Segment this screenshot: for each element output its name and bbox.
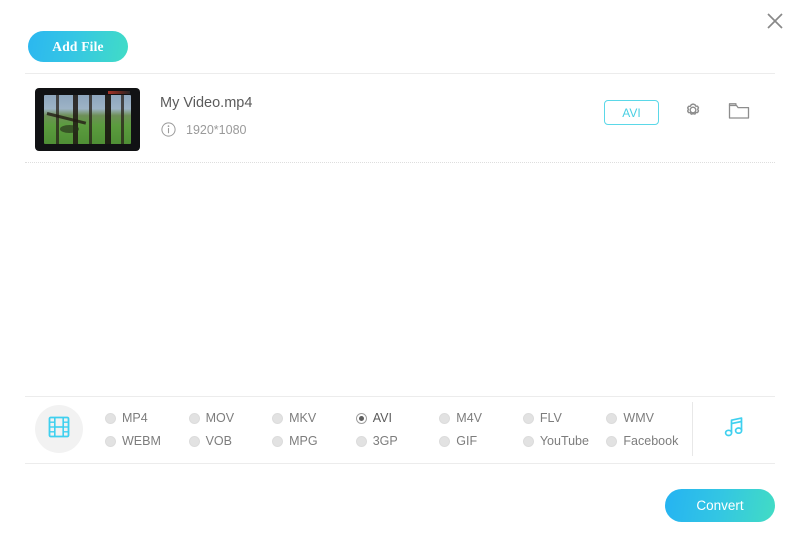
thumbnail-bezel-accent [108,91,130,94]
format-option-label: MOV [205,411,235,425]
add-file-area: Add File [28,31,128,62]
format-option-label: Facebook [623,434,679,448]
file-meta: 1920*1080 [161,122,246,137]
format-options-grid: MP4 MOV MKV AVI M4V FLV WMV WEBM VOB MPG 3GP GIF You… [105,407,690,452]
format-option-label: AVI [372,411,392,425]
format-option-label: YouTube [539,434,589,448]
open-folder-button[interactable] [727,101,751,125]
video-thumbnail[interactable] [35,88,140,151]
radio-icon[interactable] [272,412,284,424]
format-option-label: WMV [623,411,654,425]
thumbnail-image [44,95,131,144]
info-icon[interactable] [161,122,176,137]
audio-category-button[interactable] [717,413,751,445]
format-option-flv[interactable]: FLV [522,411,607,425]
radio-icon[interactable] [188,412,200,424]
toolbar-divider [25,73,775,74]
radio-icon[interactable] [355,435,367,447]
format-option-mkv[interactable]: MKV [272,411,356,425]
video-category-button[interactable] [35,405,83,453]
format-option-label: FLV [539,411,562,425]
radio-icon[interactable] [606,412,618,424]
radio-icon[interactable] [355,412,367,424]
radio-icon[interactable] [188,435,200,447]
close-icon [765,11,785,31]
format-option-label: WEBM [122,434,161,448]
add-file-button[interactable]: Add File [28,31,128,62]
format-option-youtube[interactable]: YouTube [522,434,607,448]
file-row-divider [25,162,775,163]
format-option-label: 3GP [372,434,398,448]
radio-icon[interactable] [272,435,284,447]
format-option-mp4[interactable]: MP4 [105,411,189,425]
folder-icon [728,101,750,125]
format-option-mov[interactable]: MOV [188,411,273,425]
format-option-label: MP4 [122,411,148,425]
format-panel-bottom-divider [25,463,775,464]
panel-separator [692,402,693,456]
format-option-label: VOB [205,434,232,448]
format-option-m4v[interactable]: M4V [439,411,523,425]
format-option-avi[interactable]: AVI [355,411,440,425]
radio-icon[interactable] [439,435,451,447]
format-option-label: GIF [456,434,478,448]
format-option-mpg[interactable]: MPG [272,434,356,448]
file-name-label: My Video.mp4 [160,95,253,111]
settings-button[interactable] [681,101,705,125]
radio-icon[interactable] [105,435,116,447]
format-option-3gp[interactable]: 3GP [355,434,440,448]
output-format-badge[interactable]: AVI [604,100,659,125]
music-note-icon [721,414,747,445]
radio-icon[interactable] [606,435,618,447]
format-option-facebook[interactable]: Facebook [606,434,690,448]
format-option-vob[interactable]: VOB [188,434,273,448]
format-selection-panel: MP4 MOV MKV AVI M4V FLV WMV WEBM VOB MPG 3GP GIF You… [25,396,775,462]
format-option-webm[interactable]: WEBM [105,434,189,448]
radio-icon[interactable] [105,412,116,424]
file-resolution-label: 1920*1080 [186,122,247,137]
format-option-label: M4V [456,411,482,425]
radio-icon[interactable] [522,412,534,424]
format-option-wmv[interactable]: WMV [606,411,690,425]
convert-button[interactable]: Convert [665,489,775,522]
film-strip-icon [45,413,73,446]
video-converter-window: Add File My Video.mp4 1920*1080 AVI MP4 … [0,0,800,543]
format-option-label: MPG [289,434,318,448]
format-option-gif[interactable]: GIF [439,434,523,448]
radio-icon[interactable] [522,435,534,447]
gear-icon [682,99,704,126]
convert-area: Convert [665,489,775,522]
close-button[interactable] [758,4,792,38]
file-row-actions: AVI [604,100,751,125]
radio-icon[interactable] [439,412,451,424]
file-list-row[interactable]: My Video.mp4 1920*1080 AVI [25,80,775,160]
format-option-label: MKV [289,411,317,425]
